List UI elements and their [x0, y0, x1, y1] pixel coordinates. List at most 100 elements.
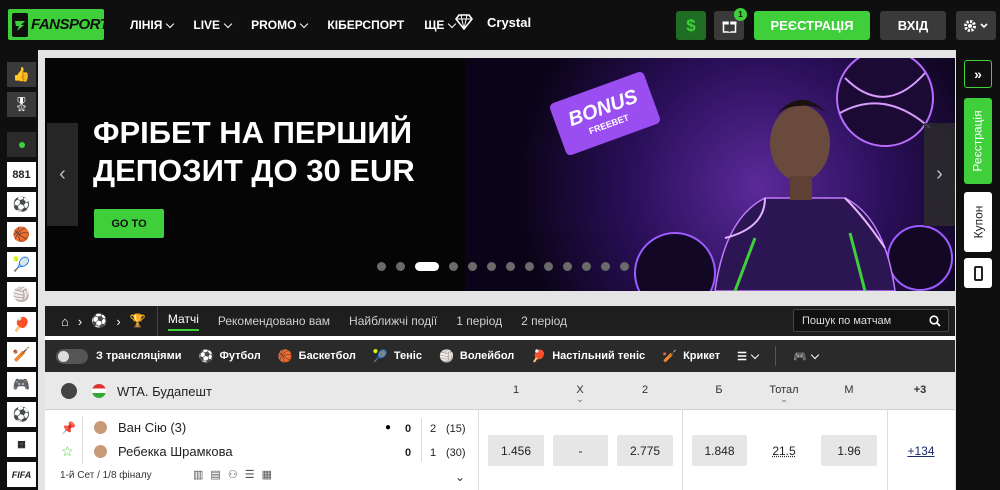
league-header[interactable]: WTA. Будапешт 1 X ⌄ 2 Б Тотал ⌄ М +3 — [45, 372, 955, 410]
odd-under-button[interactable]: 1.96 — [821, 435, 877, 466]
banner-dot[interactable] — [449, 262, 458, 271]
col-under[interactable]: М — [842, 384, 856, 396]
login-button[interactable]: ВХІД — [880, 11, 946, 40]
streams-toggle[interactable] — [56, 348, 88, 364]
odd-2-button[interactable]: 2.775 — [617, 435, 673, 466]
banner-dot[interactable] — [377, 262, 386, 271]
home-icon[interactable]: ⌂ — [61, 314, 69, 329]
odd-over-button[interactable]: 1.848 — [692, 435, 747, 466]
nav-promo[interactable]: PROMO — [251, 18, 309, 32]
p1-game: 0 — [405, 423, 412, 435]
banner-dot[interactable] — [582, 262, 591, 271]
stats-icon[interactable]: ▥ — [193, 468, 203, 481]
nav-esports[interactable]: КІБЕРСПОРТ — [327, 18, 404, 32]
chevron-down-icon — [166, 19, 175, 28]
banner-dot[interactable] — [396, 262, 405, 271]
nav-liniya[interactable]: ЛІНІЯ — [130, 18, 175, 32]
banner-dot[interactable] — [601, 262, 610, 271]
promo-banner[interactable]: BONUS FREEBET ФРІБЕТ НА ПЕРШИЙ ДЕПОЗИТ Д… — [45, 58, 955, 291]
fansport-logo[interactable]: FANSPORT — [8, 9, 109, 40]
odd-x-button[interactable]: - — [553, 435, 608, 466]
filter-basketball[interactable]: 🏀 Баскетбол — [278, 349, 356, 363]
favorites-button[interactable]: 👍 — [7, 62, 36, 87]
sidebar-tennis[interactable]: 🎾 — [7, 252, 36, 277]
tab-period-1[interactable]: 1 період — [456, 314, 502, 328]
rewards-button[interactable]: 🎖 — [7, 92, 36, 117]
filter-football[interactable]: ⚽ Футбол — [198, 349, 260, 363]
sidebar-basketball[interactable]: 🏀 — [7, 222, 36, 247]
banner-dot[interactable] — [563, 262, 572, 271]
nav-more[interactable]: ЩЕ — [424, 18, 457, 32]
expand-button[interactable]: » — [964, 60, 992, 88]
sidebar-league[interactable]: ▦ — [7, 432, 36, 457]
filter-volleyball[interactable]: 🏐 Волейбол — [439, 349, 514, 363]
banner-goto-button[interactable]: GO TO — [94, 209, 164, 238]
filter-cricket[interactable]: 🏏 Крикет — [662, 349, 720, 363]
nav-promo-label: PROMO — [251, 18, 297, 32]
more-markets-link[interactable]: +134 — [893, 435, 949, 466]
trophy-icon[interactable]: 🏆 — [130, 313, 146, 329]
field-icon[interactable]: ▦ — [262, 468, 272, 481]
sidebar-esports[interactable]: 🎮 — [7, 372, 36, 397]
register-button[interactable]: РЕЄСТРАЦІЯ — [754, 11, 870, 40]
settings-button[interactable] — [956, 11, 996, 40]
sidebar-soccer[interactable]: ⚽ — [7, 192, 36, 217]
sidebar-soccer-2[interactable]: ⚽ — [7, 402, 36, 427]
filter-table-tennis[interactable]: 🏓 Настільний теніс — [531, 349, 645, 363]
tab-upcoming[interactable]: Найближчі події — [349, 314, 437, 328]
tab-period-2[interactable]: 2 період — [521, 314, 567, 328]
crystal-link[interactable]: Crystal — [455, 14, 531, 30]
col-1[interactable]: 1 — [510, 384, 522, 396]
banner-dot[interactable] — [525, 262, 534, 271]
h2h-icon[interactable]: ⚇ — [228, 468, 238, 481]
tab-recommended[interactable]: Рекомендовано вам — [218, 314, 330, 328]
sort-icon: ⌄ — [576, 394, 584, 404]
banner-dot[interactable] — [506, 262, 515, 271]
banner-next-button[interactable]: › — [924, 123, 955, 226]
chevron-down-icon[interactable]: ⌄ — [455, 470, 465, 484]
more-sports-dropdown[interactable]: ☰ — [737, 350, 760, 363]
dollar-icon: $ — [686, 15, 696, 35]
col-total[interactable]: Тотал ⌄ — [765, 384, 803, 404]
star-icon[interactable]: ☆ — [61, 443, 74, 460]
register-side-button[interactable]: Реєстрація — [964, 98, 992, 184]
sidebar-fifa[interactable]: FIFA — [7, 462, 36, 487]
chevron-down-icon — [300, 19, 309, 28]
nav-live[interactable]: LIVE — [193, 18, 233, 32]
total-value: 21.5 — [756, 435, 812, 466]
mobile-button[interactable] — [964, 258, 992, 288]
list-icon[interactable]: ☰ — [245, 468, 255, 481]
col-over[interactable]: Б — [713, 384, 725, 396]
banner-prev-button[interactable]: ‹ — [47, 123, 78, 226]
coupon-button[interactable]: Купон — [964, 192, 992, 252]
filter-volleyball-label: Волейбол — [459, 350, 515, 362]
sidebar-table-tennis[interactable]: 🏓 — [7, 312, 36, 337]
p2-sets: 1 — [430, 447, 437, 459]
banner-dot[interactable] — [620, 262, 629, 271]
col-more[interactable]: +3 — [910, 384, 930, 396]
soccer-icon[interactable]: ⚽ — [91, 313, 107, 329]
gift-count-badge: 1 — [734, 8, 747, 21]
banner-dot[interactable] — [544, 262, 553, 271]
tab-matches[interactable]: Матчі — [167, 312, 199, 331]
match-row[interactable]: 📌 ☆ Ван Сію (3) Ребекка Шрамкова ● 0 0 2… — [45, 410, 955, 490]
odd-1-button[interactable]: 1.456 — [488, 435, 544, 466]
banner-dot[interactable] — [487, 262, 496, 271]
pin-icon[interactable]: 📌 — [61, 421, 76, 435]
col-2[interactable]: 2 — [639, 384, 651, 396]
sports-sidebar: 👍 🎖 881 ⚽ 🏀 🎾 🏐 🏓 🏏 🎮 ⚽ ▦ FIFA — [0, 50, 38, 490]
match-search-input[interactable]: Пошук по матчам — [793, 309, 949, 332]
filter-tennis[interactable]: 🎾 Теніс — [373, 349, 422, 363]
banner-dot[interactable] — [468, 262, 477, 271]
live-button[interactable] — [7, 132, 36, 157]
divider — [478, 410, 479, 490]
deposit-button[interactable]: $ — [676, 11, 706, 40]
banner-dot[interactable] — [415, 262, 439, 271]
live-count[interactable]: 881 — [7, 162, 36, 187]
col-x[interactable]: X ⌄ — [573, 384, 587, 404]
esports-dropdown[interactable]: 🎮 — [793, 350, 819, 363]
sidebar-volleyball[interactable]: 🏐 — [7, 282, 36, 307]
sidebar-cricket[interactable]: 🏏 — [7, 342, 36, 367]
chart-icon[interactable]: ▤ — [210, 468, 220, 481]
gift-button[interactable]: 1 — [714, 8, 747, 40]
